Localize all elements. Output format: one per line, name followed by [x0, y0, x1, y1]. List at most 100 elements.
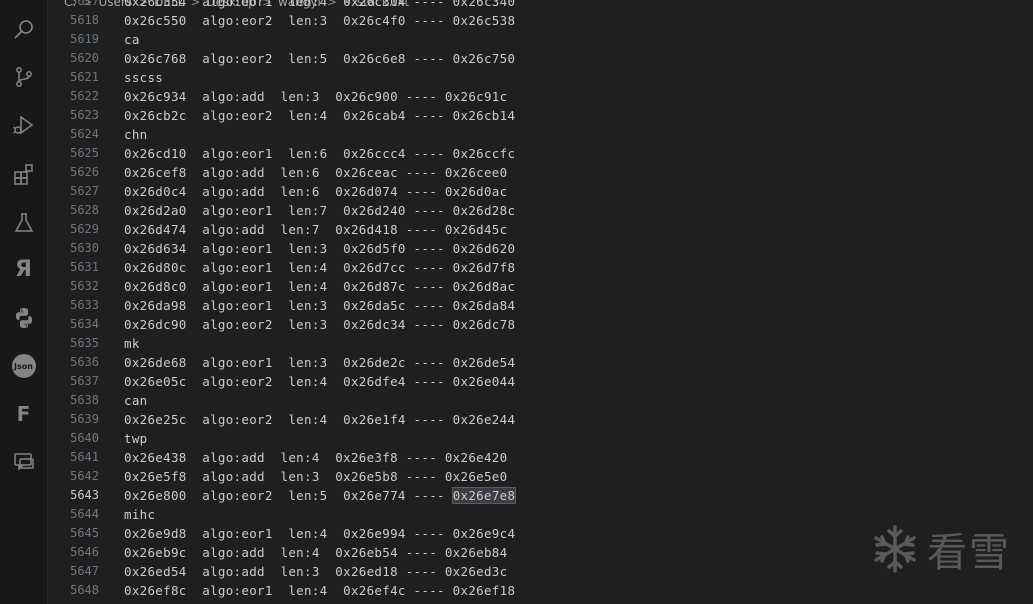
line-text: 0x26ed54 algo:add len:3 0x26ed18 ---- 0x…: [124, 562, 507, 581]
line-text: 0x26d474 algo:add len:7 0x26d418 ---- 0x…: [124, 220, 507, 239]
editor-line[interactable]: 5630 0x26d634 algo:eor1 len:3 0x26d5f0 --…: [48, 239, 1033, 258]
yandex-ya-icon[interactable]: Я: [0, 250, 47, 288]
editor[interactable]: 5617 0x26c354 algo:eor1 len:4 0x26c304 --…: [48, 0, 1033, 604]
line-content: 0x26e25c algo:eor2 len:4 0x26e1f4 ---- 0…: [124, 412, 516, 427]
source-control-icon[interactable]: [0, 58, 47, 96]
line-text: 0x26c354 algo:eor1 len:4 0x26c304 ---- 0…: [124, 0, 515, 11]
editor-line[interactable]: 5620 0x26c768 algo:eor2 len:5 0x26c6e8 --…: [48, 49, 1033, 68]
editor-line[interactable]: 5636 0x26de68 algo:eor1 len:3 0x26de2c --…: [48, 353, 1033, 372]
line-content: mk: [124, 336, 140, 351]
line-number: 5617: [70, 0, 99, 8]
line-text: mk: [124, 334, 140, 353]
line-text: 0x26e25c algo:eor2 len:4 0x26e1f4 ---- 0…: [124, 410, 515, 429]
editor-line[interactable]: 5640 twp: [48, 429, 1033, 448]
editor-line[interactable]: 5637 0x26e05c algo:eor2 len:4 0x26dfe4 --…: [48, 372, 1033, 391]
editor-line[interactable]: 5626 0x26cef8 algo:add len:6 0x26ceac ---…: [48, 163, 1033, 182]
line-content: 0x26ed54 algo:add len:3 0x26ed18 ---- 0x…: [124, 564, 508, 579]
line-content: ca: [124, 32, 140, 47]
editor-line[interactable]: 5632 0x26d8c0 algo:eor1 len:4 0x26d87c --…: [48, 277, 1033, 296]
activity-bar: Я Json F: [0, 0, 48, 604]
line-content: 0x26e5f8 algo:add len:3 0x26e5b8 ---- 0x…: [124, 469, 508, 484]
snowflake-icon: [874, 525, 916, 573]
watermark-text: 看雪: [927, 530, 1011, 576]
editor-line[interactable]: 5631 0x26d80c algo:eor1 len:4 0x26d7cc --…: [48, 258, 1033, 277]
line-content: 0x26ef8c algo:eor1 len:4 0x26ef4c ---- 0…: [124, 583, 516, 598]
line-text: 0x26d8c0 algo:eor1 len:4 0x26d87c ---- 0…: [124, 277, 515, 296]
line-number: 5636: [70, 355, 99, 369]
line-content: sscss: [124, 70, 164, 85]
editor-line[interactable]: 5623 0x26cb2c algo:eor2 len:4 0x26cab4 --…: [48, 106, 1033, 125]
editor-line[interactable]: 5633 0x26da98 algo:eor1 len:3 0x26da5c --…: [48, 296, 1033, 315]
line-number: 5633: [70, 298, 99, 312]
line-number: 5631: [70, 260, 99, 274]
line-number: 5624: [70, 127, 99, 141]
line-content: 0x26c354 algo:eor1 len:4 0x26c304 ---- 0…: [124, 0, 516, 9]
editor-line[interactable]: 5643 0x26e800 algo:eor2 len:5 0x26e774 --…: [48, 486, 1033, 505]
line-content: 0x26cd10 algo:eor1 len:6 0x26ccc4 ---- 0…: [124, 146, 516, 161]
line-text: 0x26da98 algo:eor1 len:3 0x26da5c ---- 0…: [124, 296, 515, 315]
line-number: 5635: [70, 336, 99, 350]
editor-line[interactable]: 5629 0x26d474 algo:add len:7 0x26d418 ---…: [48, 220, 1033, 239]
line-number: 5644: [70, 507, 99, 521]
line-text: chn: [124, 125, 147, 144]
search-icon[interactable]: [0, 10, 47, 48]
line-number: 5639: [70, 412, 99, 426]
line-content: 0x26c934 algo:add len:3 0x26c900 ---- 0x…: [124, 89, 508, 104]
extensions-icon[interactable]: [0, 155, 47, 193]
line-number: 5629: [70, 222, 99, 236]
line-content: 0x26d0c4 algo:add len:6 0x26d074 ---- 0x…: [124, 184, 508, 199]
editor-line[interactable]: 5619 ca: [48, 30, 1033, 49]
python-icon[interactable]: [0, 299, 47, 337]
line-text: 0x26de68 algo:eor1 len:3 0x26de2c ---- 0…: [124, 353, 515, 372]
f-icon[interactable]: F: [0, 395, 47, 433]
line-text: can: [124, 391, 147, 410]
editor-line[interactable]: 5624 chn: [48, 125, 1033, 144]
editor-line[interactable]: 5642 0x26e5f8 algo:add len:3 0x26e5b8 ---…: [48, 467, 1033, 486]
run-debug-icon[interactable]: [0, 106, 47, 144]
text-selection[interactable]: 0x26e7e8: [451, 487, 517, 504]
editor-line[interactable]: 5638 can: [48, 391, 1033, 410]
line-number: 5626: [70, 165, 99, 179]
editor-line[interactable]: 5625 0x26cd10 algo:eor1 len:6 0x26ccc4 --…: [48, 144, 1033, 163]
line-number: 5640: [70, 431, 99, 445]
line-number: 5646: [70, 545, 99, 559]
remote-chat-icon[interactable]: [0, 443, 47, 481]
line-number: 5647: [70, 564, 99, 578]
line-number: 5637: [70, 374, 99, 388]
line-number: 5622: [70, 89, 99, 103]
line-content: 0x26c550 algo:eor2 len:3 0x26c4f0 ---- 0…: [124, 13, 516, 28]
line-number: 5621: [70, 70, 99, 84]
line-text: 0x26cb2c algo:eor2 len:4 0x26cab4 ---- 0…: [124, 106, 515, 125]
line-number: 5620: [70, 51, 99, 65]
line-number: 5645: [70, 526, 99, 540]
line-text: 0x26e05c algo:eor2 len:4 0x26dfe4 ---- 0…: [124, 372, 515, 391]
line-content: 0x26cb2c algo:eor2 len:4 0x26cab4 ---- 0…: [124, 108, 516, 123]
testing-flask-icon[interactable]: [0, 204, 47, 242]
line-text: twp: [124, 429, 147, 448]
line-text: 0x26d2a0 algo:eor1 len:7 0x26d240 ---- 0…: [124, 201, 515, 220]
line-number: 5638: [70, 393, 99, 407]
editor-line[interactable]: 5627 0x26d0c4 algo:add len:6 0x26d074 ---…: [48, 182, 1033, 201]
editor-line[interactable]: 5617 0x26c354 algo:eor1 len:4 0x26c304 --…: [48, 0, 1033, 11]
editor-line[interactable]: 5635 mk: [48, 334, 1033, 353]
line-number: 5619: [70, 32, 99, 46]
editor-line[interactable]: 5621 sscss: [48, 68, 1033, 87]
editor-line[interactable]: 5641 0x26e438 algo:add len:4 0x26e3f8 ---…: [48, 448, 1033, 467]
line-content: 0x26d8c0 algo:eor1 len:4 0x26d87c ---- 0…: [124, 279, 516, 294]
line-content: 0x26e800 algo:eor2 len:5 0x26e774 ----: [124, 488, 453, 503]
line-text: 0x26cef8 algo:add len:6 0x26ceac ---- 0x…: [124, 163, 507, 182]
line-content: 0x26d2a0 algo:eor1 len:7 0x26d240 ---- 0…: [124, 203, 516, 218]
line-text: 0x26d634 algo:eor1 len:3 0x26d5f0 ---- 0…: [124, 239, 515, 258]
editor-line[interactable]: 5648 0x26ef8c algo:eor1 len:4 0x26ef4c --…: [48, 581, 1033, 600]
line-number: 5630: [70, 241, 99, 255]
line-number: 5618: [70, 13, 99, 27]
editor-line[interactable]: 5634 0x26dc90 algo:eor2 len:3 0x26dc34 --…: [48, 315, 1033, 334]
editor-line[interactable]: 5639 0x26e25c algo:eor2 len:4 0x26e1f4 --…: [48, 410, 1033, 429]
editor-line[interactable]: 5628 0x26d2a0 algo:eor1 len:7 0x26d240 --…: [48, 201, 1033, 220]
editor-line[interactable]: 5622 0x26c934 algo:add len:3 0x26c900 ---…: [48, 87, 1033, 106]
line-content: mihc: [124, 507, 156, 522]
editor-line[interactable]: 5618 0x26c550 algo:eor2 len:3 0x26c4f0 --…: [48, 11, 1033, 30]
line-content: 0x26de68 algo:eor1 len:3 0x26de2c ---- 0…: [124, 355, 516, 370]
json-icon[interactable]: Json: [0, 347, 47, 385]
line-number: 5625: [70, 146, 99, 160]
